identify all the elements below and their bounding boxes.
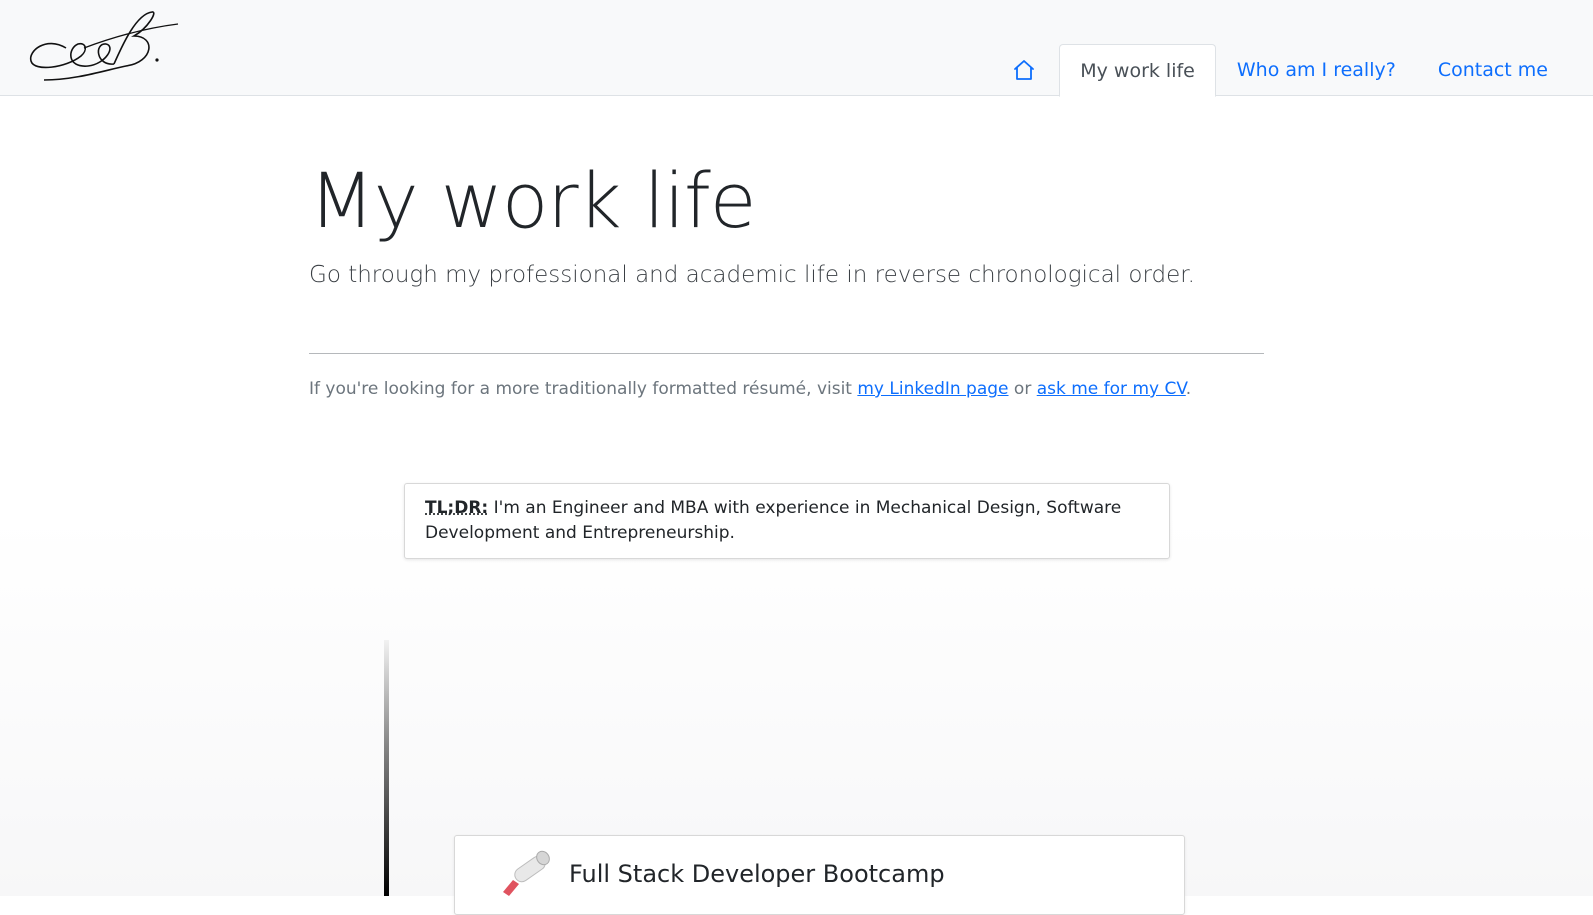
- tldr-card: TL;DR: I'm an Engineer and MBA with expe…: [404, 483, 1170, 559]
- timeline-entry-title: Full Stack Developer Bootcamp: [569, 860, 945, 888]
- nav-home[interactable]: [989, 44, 1059, 96]
- intro-middle: or: [1008, 379, 1037, 399]
- tldr-text: I'm an Engineer and MBA with experience …: [425, 498, 1122, 543]
- nav-who-am-i-really[interactable]: Who am I really?: [1216, 44, 1417, 96]
- timeline-entry-card[interactable]: Full Stack Developer Bootcamp: [454, 835, 1185, 915]
- tldr-label[interactable]: TL;DR:: [425, 498, 488, 518]
- home-icon: [1014, 60, 1035, 80]
- diploma-icon: [503, 850, 550, 896]
- linkedin-link[interactable]: my LinkedIn page: [857, 379, 1008, 399]
- signature-logo-image: [30, 11, 179, 81]
- cv-link[interactable]: ask me for my CV: [1037, 379, 1186, 399]
- resume-intro: If you're looking for a more traditional…: [309, 379, 1191, 399]
- page-subtitle: Go through my professional and academic …: [309, 262, 1195, 288]
- main-nav: My work life Who am I really? Contact me: [989, 44, 1569, 97]
- nav-my-work-life[interactable]: My work life: [1059, 44, 1216, 97]
- intro-prefix: If you're looking for a more traditional…: [309, 379, 858, 399]
- intro-suffix: .: [1185, 379, 1192, 399]
- divider: [309, 353, 1264, 354]
- nav-contact-me[interactable]: Contact me: [1417, 44, 1569, 96]
- timeline-line: [384, 640, 389, 896]
- page-title: My work life: [309, 156, 757, 245]
- site-header: My work life Who am I really? Contact me: [0, 0, 1593, 97]
- signature-logo[interactable]: [26, 6, 186, 86]
